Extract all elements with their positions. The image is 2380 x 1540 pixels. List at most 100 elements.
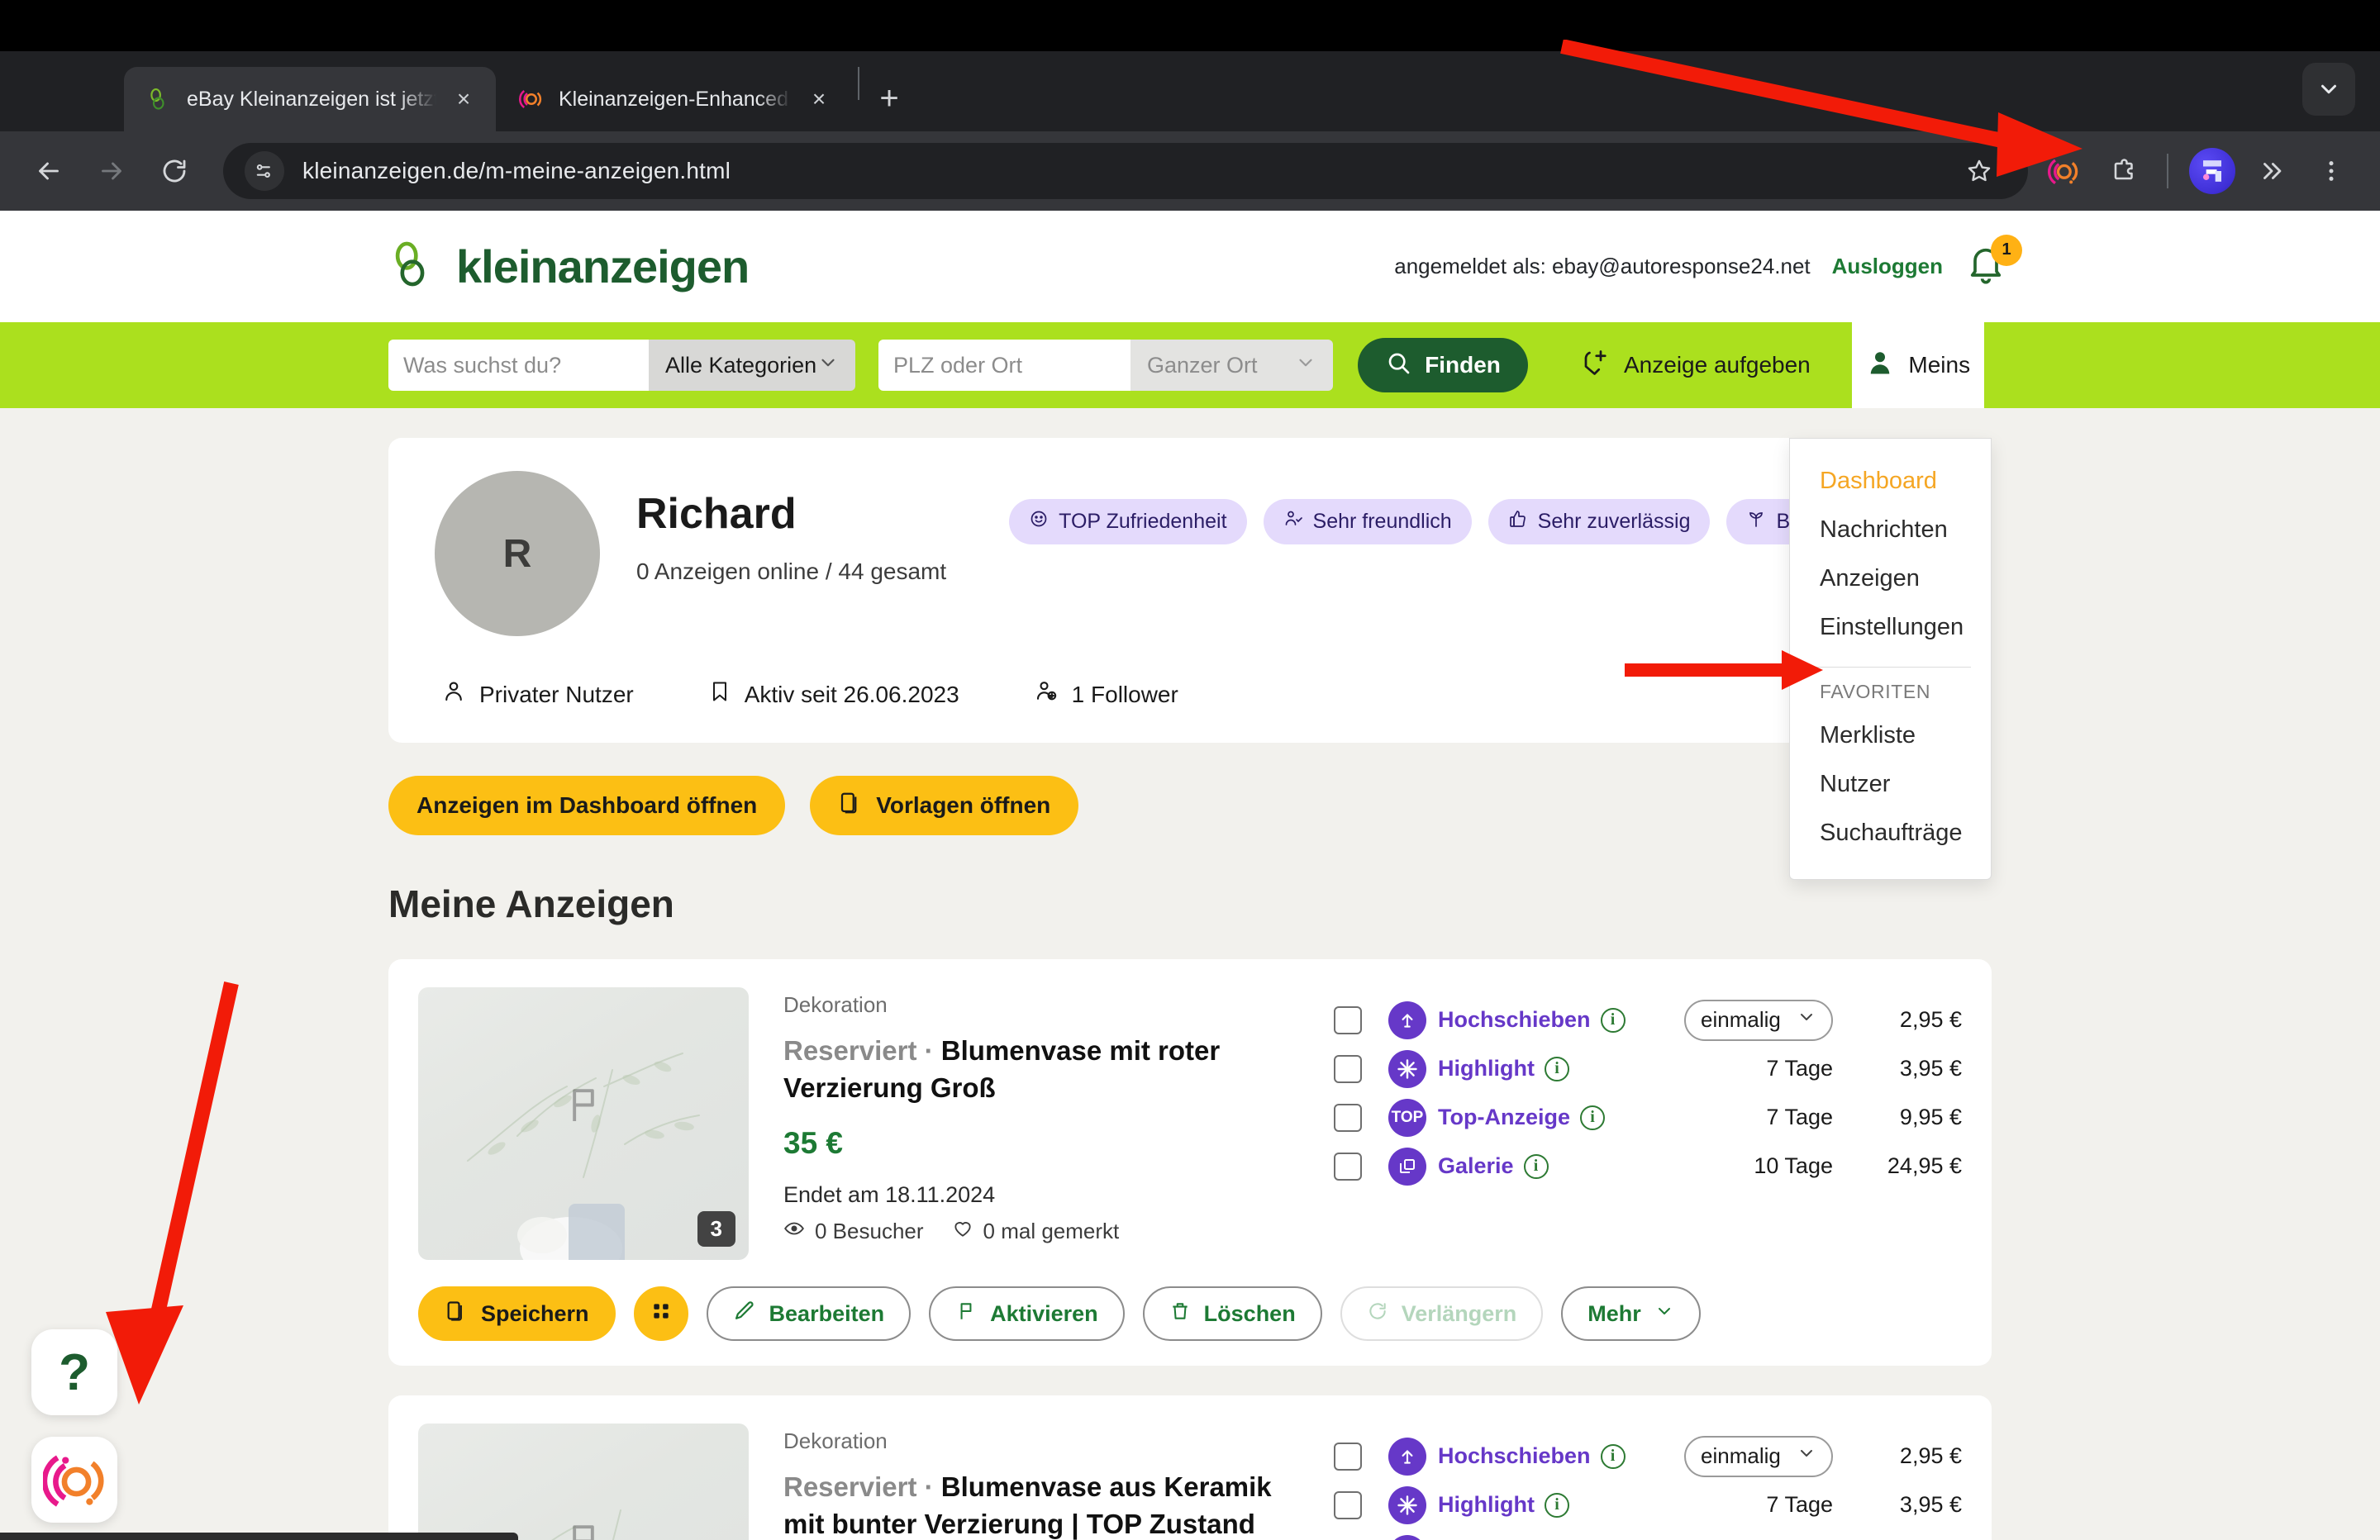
kleinanzeigen-icon [145, 85, 174, 113]
close-icon[interactable]: × [805, 85, 833, 113]
window-chevron-down-icon[interactable] [2302, 63, 2355, 116]
info-icon[interactable]: i [1544, 1492, 1569, 1518]
feature-row-galerie: Galerie i 10 Tage 24,95 € [1334, 1142, 1962, 1191]
feature-duration: 7 Tage [1766, 1492, 1833, 1517]
smiley-icon [1029, 509, 1049, 535]
menu-item-nachrichten[interactable]: Nachrichten [1790, 506, 1991, 554]
notifications-bell[interactable]: 1 [1964, 234, 2022, 291]
info-icon[interactable]: i [1600, 1007, 1626, 1033]
edit-button[interactable]: Bearbeiten [706, 1286, 912, 1341]
feature-checkbox[interactable] [1334, 1054, 1362, 1083]
logo-text: kleinanzeigen [456, 240, 750, 292]
feature-checkbox[interactable] [1334, 1103, 1362, 1132]
help-button[interactable]: ? [31, 1329, 117, 1415]
menu-item-suchauftraege[interactable]: Suchaufträge [1790, 809, 1991, 858]
new-tab-button[interactable]: + [866, 75, 912, 121]
feature-checkbox[interactable] [1334, 1005, 1362, 1034]
menu-item-merkliste[interactable]: Merkliste [1790, 711, 1991, 760]
search-group: Was suchst du? Alle Kategorien PLZ oder … [388, 340, 1333, 391]
radius-select[interactable]: Ganzer Ort [1130, 340, 1333, 391]
profile-meta-row: Privater Nutzer Aktiv seit 26.06.2023 1 … [435, 679, 1945, 710]
browser-tab-1[interactable]: eBay Kleinanzeigen ist jetzt K × [124, 67, 496, 131]
bookmark-star-icon[interactable] [1952, 144, 2006, 198]
page-title: Richard [636, 490, 797, 538]
activate-label: Aktivieren [990, 1300, 1098, 1326]
close-icon[interactable]: × [450, 85, 478, 113]
bookmark-icon [708, 680, 731, 709]
find-label: Finden [1425, 352, 1501, 378]
info-icon[interactable]: i [1544, 1056, 1569, 1081]
more-label: Mehr [1587, 1300, 1641, 1326]
person-icon [441, 679, 466, 710]
overflow-chevrons-icon[interactable] [2244, 144, 2299, 198]
feature-duration: 7 Tage [1766, 1105, 1833, 1129]
thumbs-up-icon [1508, 509, 1528, 535]
post-ad-link[interactable]: Anzeige aufgeben [1581, 348, 1811, 383]
flag-icon [562, 1520, 605, 1540]
menu-item-anzeigen[interactable]: Anzeigen [1790, 554, 1991, 603]
feature-label: Hochschieben [1438, 1007, 1591, 1032]
ad-thumbnail[interactable] [418, 1424, 749, 1540]
feature-checkbox[interactable] [1334, 1152, 1362, 1181]
kleinanzeigen-logo-icon [388, 239, 440, 294]
save-button[interactable]: Speichern [418, 1286, 616, 1341]
meta-label: Privater Nutzer [479, 681, 634, 707]
follower-icon [1034, 679, 1059, 710]
notification-badge: 1 [1991, 234, 2022, 266]
status-badge: Sehr zuverlässig [1488, 499, 1711, 544]
feature-price: 24,95 € [1887, 1153, 1962, 1178]
open-templates-button[interactable]: Vorlagen öffnen [810, 776, 1079, 835]
menu-item-dashboard[interactable]: Dashboard [1790, 457, 1991, 506]
heart-icon [952, 1218, 973, 1245]
back-icon[interactable] [21, 144, 76, 198]
info-icon[interactable]: i [1600, 1443, 1626, 1469]
activate-button[interactable]: Aktivieren [929, 1286, 1125, 1341]
chevron-down-icon [1797, 1007, 1816, 1033]
meta-active-since: Aktiv seit 26.06.2023 [708, 679, 959, 710]
more-button[interactable]: Mehr [1561, 1286, 1701, 1341]
ad-title[interactable]: Reserviert · Blumenvase mit roter Verzie… [783, 1033, 1299, 1106]
chevron-down-icon [1295, 352, 1316, 379]
feature-duration-select[interactable]: einmalig [1684, 1435, 1833, 1477]
menu-section-favoriten: FAVORITEN [1820, 681, 1931, 702]
delete-button[interactable]: Löschen [1142, 1286, 1322, 1341]
search-input[interactable]: Was suchst du? [388, 340, 649, 391]
ad-features: Hochschieben i einmalig 2,95 € Highlight… [1334, 987, 1962, 1260]
site-logo[interactable]: kleinanzeigen [388, 239, 750, 294]
feature-duration-select[interactable]: einmalig [1684, 999, 1833, 1041]
menu-item-einstellungen[interactable]: Einstellungen [1790, 603, 1991, 652]
browser-toolbar: kleinanzeigen.de/m-meine-anzeigen.html [0, 131, 2380, 211]
ad-thumbnail[interactable]: 3 [418, 987, 749, 1260]
kleinanzeigen-enhanced-icon [517, 85, 545, 113]
profile-avatar[interactable] [2185, 144, 2240, 198]
kleinanzeigen-enhanced-widget-button[interactable] [31, 1437, 117, 1523]
top-badge-icon: TOP [1388, 1098, 1426, 1137]
category-select[interactable]: Alle Kategorien [649, 340, 855, 391]
reload-icon[interactable] [147, 144, 202, 198]
ad-title[interactable]: Reserviert · Blumenvase aus Keramik mit … [783, 1469, 1299, 1540]
browser-tab-2[interactable]: Kleinanzeigen-Enhanced Das × [496, 67, 851, 131]
mine-menu-button[interactable]: Meins [1851, 322, 1984, 408]
search-icon [1385, 349, 1411, 382]
location-input[interactable]: PLZ oder Ort [878, 340, 1130, 391]
logout-link[interactable]: Ausloggen [1832, 254, 1943, 279]
feature-price: 9,95 € [1899, 1105, 1962, 1129]
site-settings-icon[interactable] [245, 151, 284, 191]
feature-checkbox[interactable] [1334, 1442, 1362, 1471]
feature-checkbox[interactable] [1334, 1490, 1362, 1519]
menu-item-nutzer[interactable]: Nutzer [1790, 760, 1991, 809]
kleinanzeigen-enhanced-extension-icon[interactable] [2036, 144, 2091, 198]
open-ads-dashboard-button[interactable]: Anzeigen im Dashboard öffnen [388, 776, 786, 835]
info-icon[interactable]: i [1579, 1105, 1605, 1130]
grid-view-button[interactable] [633, 1286, 688, 1341]
browser-menu-icon[interactable] [2304, 144, 2359, 198]
find-button[interactable]: Finden [1358, 338, 1528, 392]
edit-label: Bearbeiten [769, 1300, 885, 1326]
info-icon[interactable]: i [1523, 1153, 1549, 1179]
chevron-down-icon [817, 352, 839, 379]
address-bar[interactable]: kleinanzeigen.de/m-meine-anzeigen.html [223, 143, 2028, 199]
extensions-puzzle-icon[interactable] [2096, 144, 2150, 198]
save-label: Speichern [481, 1300, 589, 1326]
chevron-down-icon [1797, 1443, 1816, 1469]
ad-info: Dekoration Reserviert · Blumenvase mit r… [783, 987, 1299, 1260]
